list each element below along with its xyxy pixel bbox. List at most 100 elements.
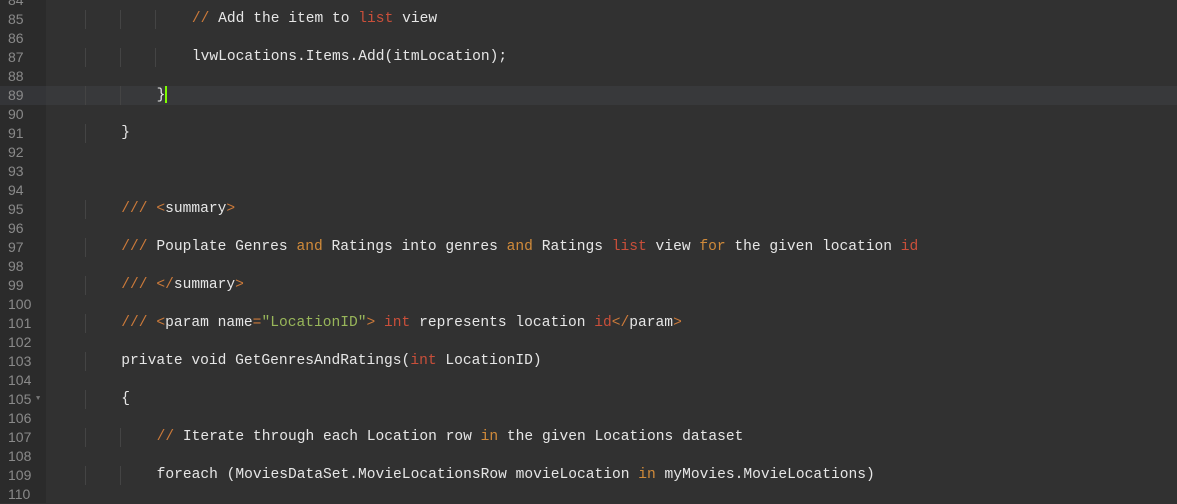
code-text: foreach (MoviesDataSet.MovieLocationsRow… (157, 466, 875, 485)
line-number: 90 (8, 106, 24, 122)
line-number: 102 (8, 334, 32, 350)
code-line[interactable]: 103 private void GetGenresAndRatings(int … (0, 352, 1177, 371)
token-text: Ratings into genres (322, 239, 507, 255)
token-comment: > (673, 315, 682, 331)
code-text: // Add the item to list view (192, 10, 437, 29)
token-string: "LocationID" (261, 315, 367, 331)
indent-guide (120, 10, 121, 29)
indent-guide (85, 124, 86, 143)
indent-guide (85, 86, 86, 105)
line-number: 109 (8, 467, 32, 483)
code-line[interactable]: 88 (0, 67, 1177, 86)
indent-guide (85, 238, 86, 257)
line-number: 100 (8, 296, 32, 312)
code-text: { (121, 390, 130, 409)
code-line[interactable]: 95 /// <summary> (0, 200, 1177, 219)
token-text: Iterate through each Location row (182, 429, 481, 445)
token-operator-keyword: in (638, 467, 656, 483)
token-text: myMovies.MovieLocations) (655, 467, 875, 483)
code-line[interactable]: 100 (0, 295, 1177, 314)
code-line[interactable]: 101/// <param name="LocationID"> int rep… (0, 314, 1177, 333)
token-text: lvwLocations.Items.Add(itmLocation); (191, 49, 508, 65)
token-text: Add the item to (218, 11, 359, 27)
fold-arrow-icon[interactable]: ▼ (36, 390, 40, 409)
token-operator-keyword: and (296, 239, 323, 255)
token-keyword: list (358, 11, 394, 27)
code-line[interactable]: 85 // Add the item to list view (0, 10, 1177, 29)
line-number: 108 (8, 448, 32, 464)
line-number: 91 (8, 125, 24, 141)
code-line[interactable]: 90 (0, 105, 1177, 124)
code-line[interactable]: 108 (0, 447, 1177, 466)
code-line[interactable]: 91} (0, 124, 1177, 143)
code-line[interactable]: 110 (0, 485, 1177, 504)
token-text: } (121, 125, 131, 141)
line-number: 89 (0, 86, 46, 105)
token-text: the given Locations dataset (498, 429, 744, 445)
code-line[interactable]: 93 (0, 162, 1177, 181)
line-number: 98 (8, 258, 24, 274)
line-number: 92 (8, 144, 24, 160)
code-line[interactable]: 94 (0, 181, 1177, 200)
token-comment: /// </ (121, 277, 174, 293)
token-comment: // (191, 11, 219, 27)
code-text: lvwLocations.Items.Add(itmLocation); (192, 48, 507, 67)
indent-guide (120, 48, 121, 67)
code-editor[interactable]: 84 85 // Add the item to list view 86 87 lvwL… (0, 0, 1177, 503)
code-line[interactable]: 104 (0, 371, 1177, 390)
line-number: 101 (8, 315, 32, 331)
indent-guide (85, 390, 86, 409)
code-line[interactable]: 97 /// Pouplate Genres and Ratings into g… (0, 238, 1177, 257)
token-operator-keyword: for (699, 239, 726, 255)
line-number: 110 (8, 486, 31, 502)
code-line[interactable]: 84 (0, 0, 1177, 10)
code-line[interactable]: 96 (0, 219, 1177, 238)
indent-guide (120, 86, 121, 105)
token-comment: /// < (121, 315, 166, 331)
code-line[interactable]: 106 (0, 409, 1177, 428)
token-text: { (121, 391, 131, 407)
code-text: /// <param name="LocationID"> int repres… (121, 314, 682, 333)
line-number: 107 (8, 429, 32, 445)
token-operator-keyword: and (506, 239, 533, 255)
token-comment: /// < (121, 201, 166, 217)
text-cursor (165, 86, 168, 103)
code-line[interactable]: 105 ▼{ (0, 390, 1177, 409)
indent-guide (155, 48, 156, 67)
code-line[interactable]: 107 // Iterate through each Location row … (0, 428, 1177, 447)
token-text: } (156, 87, 166, 104)
code-line[interactable]: 109 foreach (MoviesDataSet.MovieLocations… (0, 466, 1177, 485)
code-line[interactable]: 98 (0, 257, 1177, 276)
code-line[interactable]: 102 (0, 333, 1177, 352)
line-number: 104 (8, 372, 32, 388)
line-number: 85 (8, 11, 24, 27)
code-text: // Iterate through each Location row in … (157, 428, 744, 447)
indent-guide (120, 466, 121, 485)
token-text: param name (165, 315, 253, 331)
line-number: 103 (8, 353, 32, 369)
code-line[interactable]: 89} (0, 86, 1177, 105)
token-text: LocationID) (436, 353, 542, 369)
code-line[interactable]: 92 (0, 143, 1177, 162)
line-number: 84 (8, 0, 24, 8)
token-text: summary (173, 277, 236, 293)
code-line[interactable]: 87 lvwLocations.Items.Add(itmLocation); (0, 48, 1177, 67)
token-text: foreach (MoviesDataSet.MovieLocationsRow… (156, 467, 639, 483)
token-comment: // (156, 429, 183, 445)
line-number: 87 (8, 49, 24, 65)
code-text: } (157, 86, 168, 105)
indent-guide (85, 48, 86, 67)
code-line[interactable]: 86 (0, 29, 1177, 48)
code-text: } (121, 124, 130, 143)
token-text: summary (165, 201, 227, 217)
code-line[interactable]: 99 /// </summary> (0, 276, 1177, 295)
code-text: private void GetGenresAndRatings(int Loc… (121, 352, 541, 371)
line-number: 106 (8, 410, 32, 426)
code-text: /// </summary> (121, 276, 244, 295)
indent-guide (155, 10, 156, 29)
code-text: /// <summary> (121, 200, 235, 219)
indent-guide (85, 466, 86, 485)
line-number: 86 (8, 30, 24, 46)
indent-guide (85, 314, 86, 333)
token-text: the given location (725, 239, 901, 255)
